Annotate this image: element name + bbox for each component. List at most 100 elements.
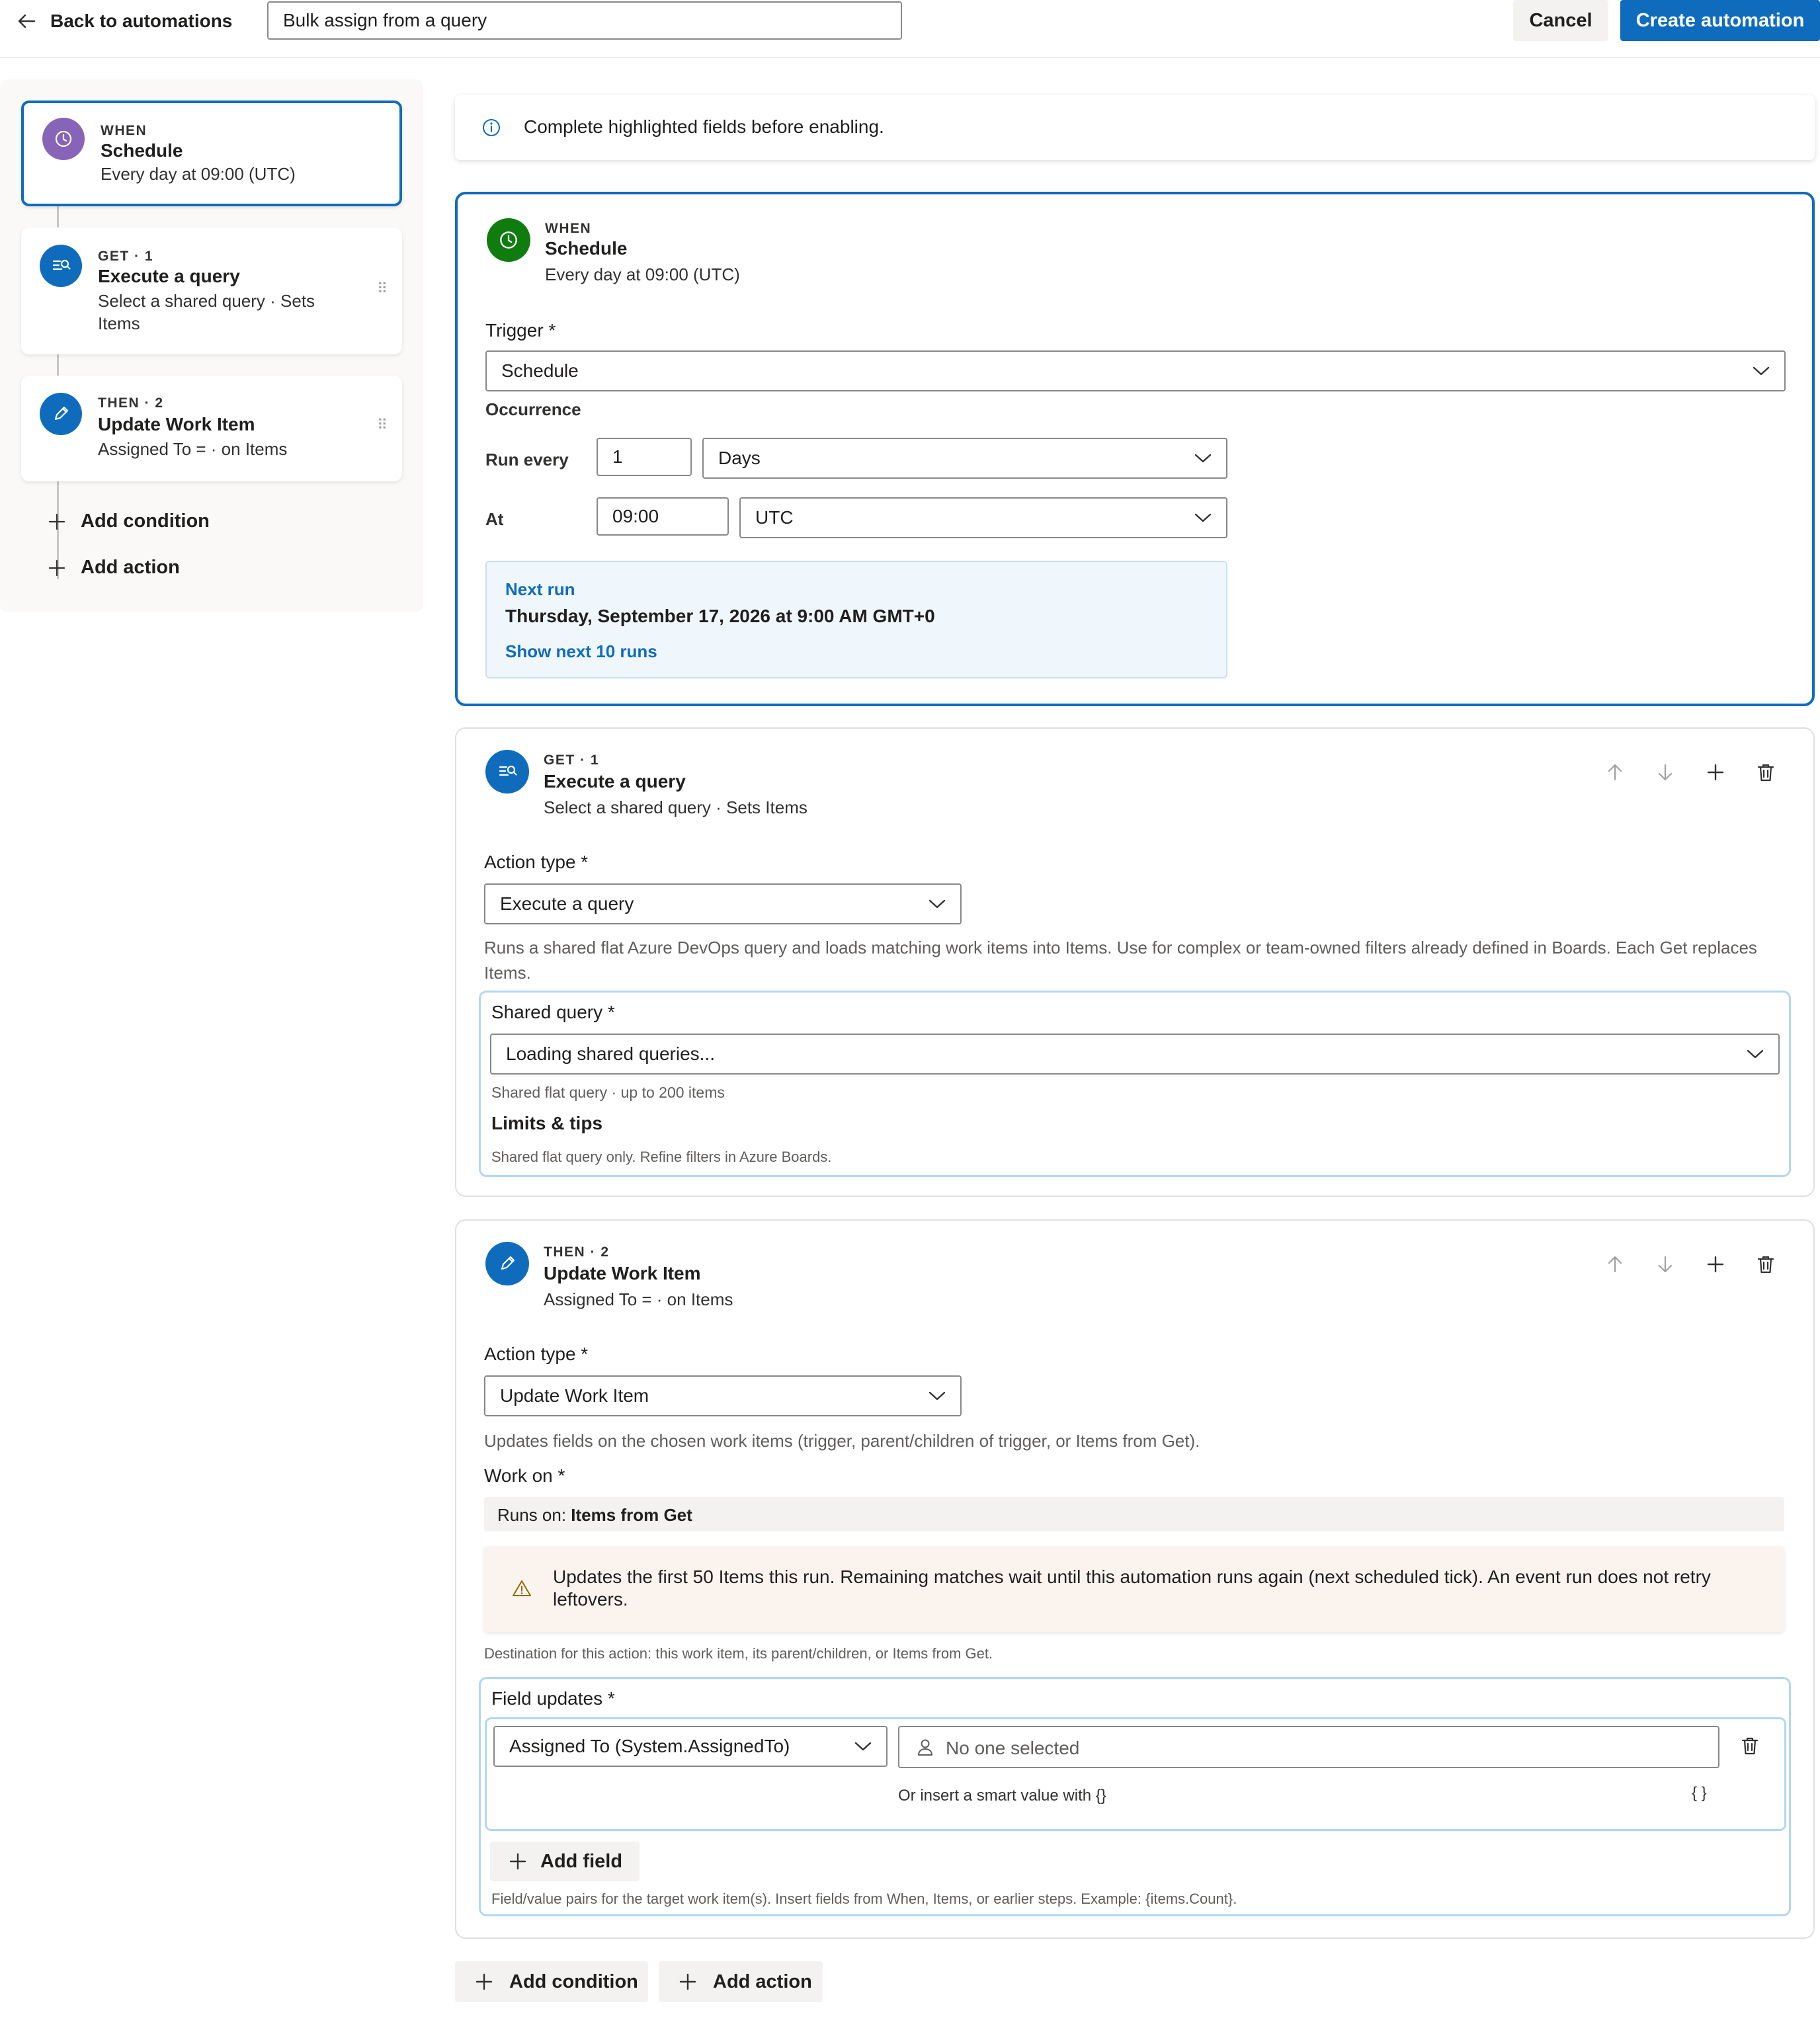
run-every-unit-value: Days xyxy=(718,448,761,468)
chevron-down-icon xyxy=(929,1391,946,1401)
field-name-value: Assigned To (System.AssignedTo) xyxy=(509,1736,790,1756)
arrow-left-icon xyxy=(17,12,36,30)
add-action-label: Add action xyxy=(713,1971,812,1992)
field-value-person-picker[interactable]: No one selected xyxy=(898,1726,1719,1768)
add-action-button[interactable]: Add action xyxy=(659,1961,823,2002)
query-icon xyxy=(485,750,529,793)
get-action-card[interactable]: GET · 1 Execute a query Select a shared … xyxy=(455,727,1815,1197)
warning-text: Updates the first 50 Items this run. Rem… xyxy=(553,1566,1711,1609)
create-automation-button[interactable]: Create automation xyxy=(1620,0,1820,41)
back-to-automations-link[interactable]: Back to automations xyxy=(17,5,232,37)
arrow-up-icon xyxy=(1606,1255,1624,1274)
top-bar: Back to automations Cancel Create automa… xyxy=(0,0,1820,58)
chevron-down-icon xyxy=(854,1741,872,1752)
limits-title: Limits & tips xyxy=(491,1113,603,1133)
rail-node-execute-query[interactable]: GET · 1 Execute a query Select a shared … xyxy=(21,227,402,354)
show-next-runs-link[interactable]: Show next 10 runs xyxy=(505,641,657,662)
action-type-select[interactable]: Execute a query xyxy=(484,883,962,924)
run-every-unit-select[interactable]: Days xyxy=(702,438,1227,479)
runs-on-text: Runs on: Items from Get xyxy=(497,1505,692,1526)
update-action-card[interactable]: THEN · 2 Update Work Item Assigned To = … xyxy=(455,1219,1815,1939)
delete-field-button[interactable] xyxy=(1734,1730,1766,1762)
person-icon xyxy=(917,1738,934,1757)
pencil-icon xyxy=(485,1242,529,1285)
chevron-down-icon xyxy=(1753,366,1770,376)
plus-icon xyxy=(48,512,66,531)
move-up-button[interactable] xyxy=(1599,756,1631,788)
node-subtitle: Assigned To = · on Items xyxy=(98,439,288,459)
runs-on-value: Items from Get xyxy=(571,1505,692,1525)
plus-icon xyxy=(48,559,66,577)
warning-message: Updates the first 50 Items this run. Rem… xyxy=(484,1546,1784,1632)
trigger-card[interactable]: WHEN Schedule Every day at 09:00 (UTC) T… xyxy=(455,192,1815,706)
add-step-button[interactable] xyxy=(1700,756,1731,788)
action-description: Updates fields on the chosen work items … xyxy=(484,1431,1200,1451)
shared-query-select[interactable]: Loading shared queries... xyxy=(490,1034,1780,1075)
rail-add-action-button[interactable]: Add action xyxy=(48,557,180,579)
time-input[interactable]: 09:00 xyxy=(597,497,729,536)
action-type-label: Action type * xyxy=(484,1344,589,1364)
rail-node-schedule[interactable]: WHEN Schedule Every day at 09:00 (UTC) xyxy=(21,101,402,206)
card-title: Schedule xyxy=(545,238,628,259)
runs-on-prefix: Runs on: xyxy=(497,1505,571,1525)
automation-name-input[interactable] xyxy=(267,1,902,40)
shared-query-group: Shared query * Loading shared queries...… xyxy=(479,991,1791,1177)
chevron-down-icon xyxy=(1194,453,1212,464)
next-run-value: Thursday, September 17, 2026 at 9:00 AM … xyxy=(505,606,935,626)
field-update-row: Assigned To (System.AssignedTo) No one s… xyxy=(485,1717,1786,1831)
chevron-down-icon xyxy=(929,899,946,909)
action-description: Runs a shared flat Azure DevOps query an… xyxy=(484,938,1757,983)
arrow-up-icon xyxy=(1606,763,1624,782)
move-down-button[interactable] xyxy=(1649,1248,1681,1280)
action-type-label: Action type * xyxy=(484,852,589,872)
rail-add-condition-button[interactable]: Add condition xyxy=(48,510,210,532)
smart-value-button[interactable]: { } xyxy=(1692,1784,1707,1803)
runs-on-bar: Runs on: Items from Get xyxy=(484,1497,1784,1531)
node-label: THEN · 2 xyxy=(98,395,164,411)
destination-hint: Destination for this action: this work i… xyxy=(484,1645,993,1662)
timezone-select[interactable]: UTC xyxy=(739,497,1227,538)
run-every-input[interactable]: 1 xyxy=(597,438,692,476)
card-title: Update Work Item xyxy=(544,1263,701,1283)
cancel-button[interactable]: Cancel xyxy=(1513,0,1608,41)
add-condition-button[interactable]: Add condition xyxy=(455,1961,648,2002)
time-value: 09:00 xyxy=(612,506,659,526)
info-icon xyxy=(481,118,501,138)
shared-query-value: Loading shared queries... xyxy=(506,1043,715,1064)
occurrence-label: Occurrence xyxy=(485,399,581,419)
arrow-down-icon xyxy=(1657,1255,1674,1274)
node-subtitle: Select a shared query · Sets Items xyxy=(98,291,315,333)
trigger-label: Trigger * xyxy=(485,320,556,341)
node-label: WHEN xyxy=(101,123,147,138)
add-field-button[interactable]: Add field xyxy=(490,1842,640,1881)
action-type-select[interactable]: Update Work Item xyxy=(484,1375,962,1416)
trash-icon xyxy=(1741,1736,1759,1756)
add-action-label: Add action xyxy=(81,557,180,578)
pencil-icon xyxy=(40,393,82,435)
grip-icon[interactable]: ⠿ xyxy=(377,280,388,298)
field-name-select[interactable]: Assigned To (System.AssignedTo) xyxy=(493,1726,888,1767)
add-field-label: Add field xyxy=(540,1850,623,1872)
delete-step-button[interactable] xyxy=(1750,756,1782,788)
run-every-value: 1 xyxy=(612,446,623,467)
smart-value-hint: Or insert a smart value with {} xyxy=(898,1787,1106,1805)
delete-step-button[interactable] xyxy=(1750,1248,1782,1280)
field-value-placeholder: No one selected xyxy=(946,1738,1080,1758)
run-every-label: Run every xyxy=(485,450,569,469)
action-type-value: Update Work Item xyxy=(500,1385,649,1406)
chevron-down-icon xyxy=(1747,1049,1764,1059)
add-condition-label: Add condition xyxy=(81,510,210,532)
at-label: At xyxy=(485,509,504,529)
banner-text: Complete highlighted fields before enabl… xyxy=(524,116,884,137)
move-up-button[interactable] xyxy=(1599,1248,1631,1280)
trash-icon xyxy=(1757,1254,1775,1274)
trigger-select[interactable]: Schedule xyxy=(485,350,1786,391)
action-type-value: Execute a query xyxy=(500,893,634,914)
info-banner: Complete highlighted fields before enabl… xyxy=(455,95,1815,160)
move-down-button[interactable] xyxy=(1649,756,1681,788)
plus-icon xyxy=(1706,1255,1725,1274)
rail-node-update-work-item[interactable]: THEN · 2 Update Work Item Assigned To = … xyxy=(21,376,402,481)
grip-icon[interactable]: ⠿ xyxy=(377,417,388,434)
add-step-button[interactable] xyxy=(1700,1248,1731,1280)
work-on-label: Work on * xyxy=(484,1465,565,1486)
